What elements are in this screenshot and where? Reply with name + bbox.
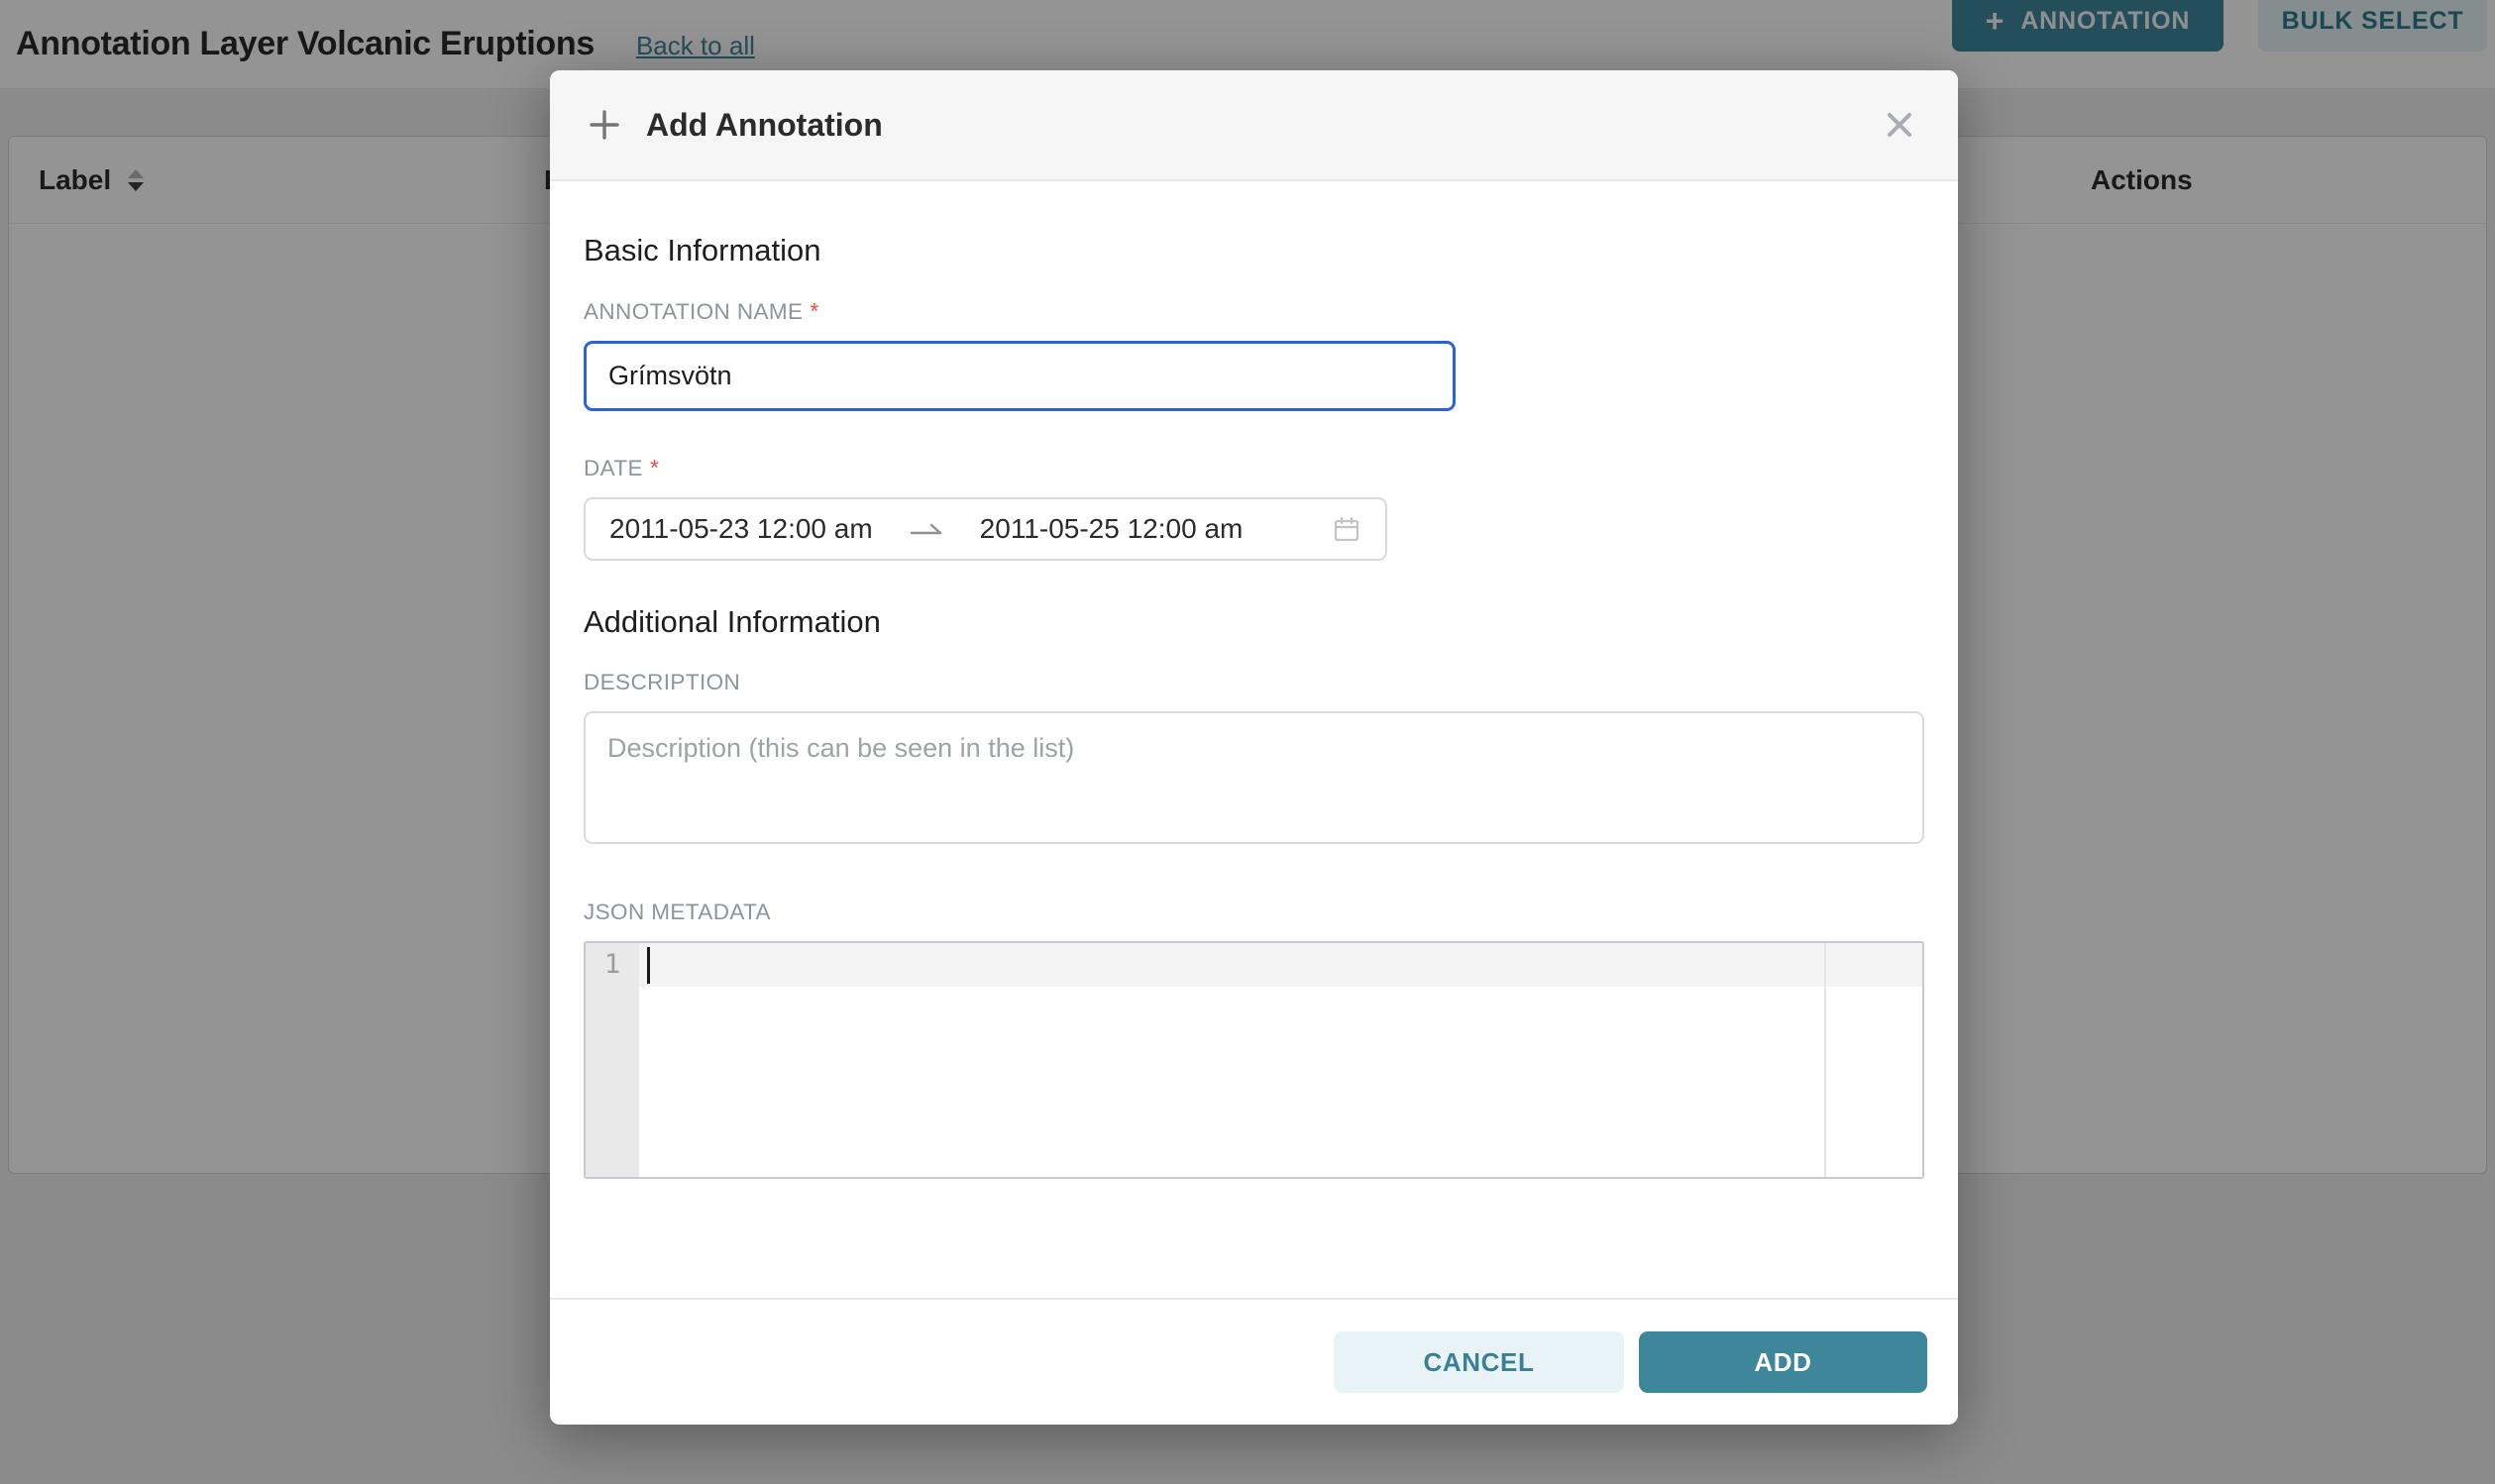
date-label-text: DATE xyxy=(584,456,643,480)
annotation-name-label-text: ANNOTATION NAME xyxy=(584,299,803,324)
editor-line-number: 1 xyxy=(586,943,639,987)
description-label: DESCRIPTION xyxy=(584,670,1924,695)
add-annotation-modal: Add Annotation Basic Information ANNOTAT… xyxy=(550,70,1958,1425)
cancel-button[interactable]: CANCEL xyxy=(1334,1331,1624,1393)
editor-active-line xyxy=(639,943,1922,987)
annotation-name-input[interactable] xyxy=(584,341,1456,411)
editor-print-margin xyxy=(1824,943,1826,1177)
arrow-right-icon xyxy=(909,518,944,540)
modal-title: Add Annotation xyxy=(646,107,883,144)
annotation-name-label: ANNOTATION NAME * xyxy=(584,298,1924,325)
modal-body: Basic Information ANNOTATION NAME * DATE *… xyxy=(550,181,1958,1298)
close-icon[interactable] xyxy=(1879,104,1920,146)
modal-footer: CANCEL ADD xyxy=(550,1298,1958,1425)
date-range-picker[interactable]: 2011-05-23 12:00 am 2011-05-25 12:00 am xyxy=(584,497,1387,561)
plus-icon xyxy=(588,108,621,142)
required-mark: * xyxy=(810,298,818,324)
json-metadata-label: JSON METADATA xyxy=(584,900,1924,925)
date-label: DATE * xyxy=(584,455,1924,481)
description-textarea[interactable] xyxy=(584,711,1924,844)
date-start-value[interactable]: 2011-05-23 12:00 am xyxy=(609,513,873,545)
modal-header: Add Annotation xyxy=(550,70,1958,181)
json-metadata-editor[interactable]: 1 xyxy=(584,941,1924,1179)
screen: Annotation Layer Volcanic Eruptions Back… xyxy=(0,0,2495,1484)
section-heading-additional: Additional Information xyxy=(584,604,1924,640)
required-mark: * xyxy=(650,455,659,480)
date-end-value[interactable]: 2011-05-25 12:00 am xyxy=(980,513,1244,545)
editor-text-cursor xyxy=(647,947,650,984)
section-heading-basic: Basic Information xyxy=(584,233,1924,268)
add-button[interactable]: ADD xyxy=(1639,1331,1927,1393)
calendar-icon xyxy=(1332,514,1361,544)
